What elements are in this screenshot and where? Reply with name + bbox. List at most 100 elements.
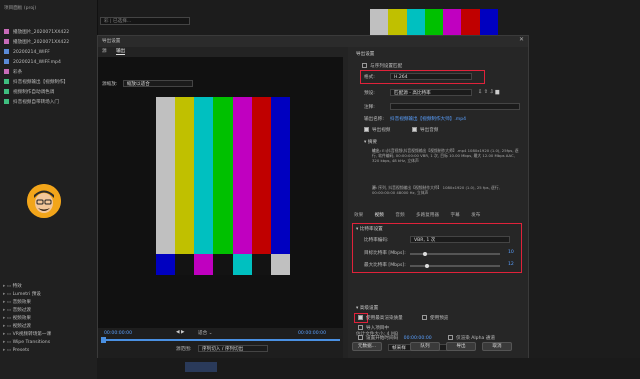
folder-item[interactable]: ▸ ▭ Presets [3,347,95,355]
label-color-swatch [4,89,9,94]
import-project-box[interactable] [358,325,363,330]
tab-source[interactable]: 源 [102,49,107,54]
folder-item[interactable]: ▸ ▭ 音频效果 [3,299,95,307]
project-item[interactable]: 20200214_WIFF [0,48,97,58]
tab-video[interactable]: 视频 [375,213,384,218]
preview-area: 源缩放: 缩放以适合 [98,57,343,328]
comments-input[interactable] [390,103,520,110]
folder-icon: ▸ ▭ [3,284,13,289]
preset-select[interactable]: 匹配源 - 高比特率 [390,89,472,96]
timecode-end: 00:00:00:00 [298,331,327,336]
timeline-scrubber[interactable] [104,339,340,341]
output-name-label: 输出名称: [364,117,384,122]
export-button[interactable]: 导出 [446,342,476,351]
advanced-header: ▾ 高级设置 [356,306,379,311]
label-color-swatch [4,39,9,44]
folder-item[interactable]: ▸ ▭ Wipe Transitions [3,339,95,347]
output-name-link[interactable]: 抖音视频输出【视频制作大师】.mp4 [390,116,466,122]
chevron-down-icon: ⌄ [208,331,213,336]
export-audio-checkbox[interactable]: 导出音频 [412,127,438,133]
bitrate-header: ▾ 比特率设置 [356,227,383,232]
color-bar [175,254,195,275]
folder-item[interactable]: ▸ ▭ 视频效果 [3,315,95,323]
export-video-box[interactable] [364,127,369,132]
settings-tabs: 效果 视频 音频 多路复用器 字幕 发布 [354,212,490,218]
folder-label: Wipe Transitions [12,340,51,345]
summary-output: 输出: E:\抖音视频\抖音视频输出【视频制作大师】.mp4 1080x1920… [372,148,522,163]
metadata-button[interactable]: 元数据... [352,342,382,351]
color-bar [156,97,176,254]
queue-button[interactable]: 队列 [410,342,440,351]
close-icon[interactable]: ✕ [519,36,524,43]
playhead[interactable] [101,337,106,343]
project-item[interactable]: 彩条 [0,68,97,78]
project-item-label: 播放图片_2020071XX422 [13,30,70,35]
timecode-start: 00:00:00:00 [104,331,133,336]
estimated-size: 估计文件大小: 4 MB [356,331,398,337]
top-search-field[interactable]: 彩 | 已选择... [100,17,190,25]
color-bars-top [156,97,290,254]
preset-actions-icons[interactable]: ⇩ ⇧ ⇩ ▆ [478,89,499,95]
use-preview-label: 使用预览 [430,316,449,321]
tab-multiplexer[interactable]: 多路复用器 [416,213,439,218]
tab-publish[interactable]: 发布 [471,213,480,218]
color-bar [370,9,389,36]
fit-select[interactable]: 适合 ⌄ [198,330,236,336]
timeline-controls: 00:00:00:00 ◀ ▶ 适合 ⌄ 00:00:00:00 源范围: 序列… [98,328,343,359]
export-video-checkbox[interactable]: 导出视频 [364,127,390,133]
folder-item[interactable]: ▸ ▭ 音频过渡 [3,307,95,315]
project-item[interactable]: 视频制作自动调色调 [0,88,97,98]
cancel-button[interactable]: 取消 [482,342,512,351]
color-bar [388,9,407,36]
folder-item[interactable]: ▸ ▭ 视频过渡 [3,323,95,331]
source-range-select[interactable]: 序列切入 / 序列切出 [198,345,268,352]
tab-output[interactable]: 输出 [116,49,126,55]
prev-frame-icon[interactable]: ◀ ▶ [176,330,185,335]
bottom-tool-icons[interactable] [185,362,217,372]
color-bar [270,254,290,275]
tab-audio[interactable]: 音频 [395,213,404,218]
export-settings-panel: 导出设置 与序列设置匹配 格式: H.264 预设: 匹配源 - 高比特率 ⇩ … [348,47,528,359]
use-preview-box[interactable] [422,315,427,320]
estimated-size-value: 4 MB [386,332,399,337]
max-bitrate-slider[interactable] [410,265,500,267]
dialog-title: 导出设置 [98,36,528,47]
summary-header: ▾ 摘要 [364,140,377,145]
match-sequence-box[interactable] [362,63,367,68]
project-item[interactable]: 播放图片_2020071XX422 [0,28,97,38]
target-bitrate-knob[interactable] [423,252,427,256]
max-render-checkbox[interactable]: 使用最高渲染质量 [358,315,403,321]
effects-folder-list: ▸ ▭ 特效 ▸ ▭ Lumetri 预设 ▸ ▭ 音频效果 ▸ ▭ 音频过渡 ▸ ▭ … [3,283,95,355]
folder-item[interactable]: ▸ ▭ VR视频转场第一课 [3,331,95,339]
folder-item[interactable]: ▸ ▭ Lumetri 预设 [3,291,95,299]
project-item[interactable]: 抖音视频输出【视频制作】 [0,78,97,88]
estimated-size-label: 估计文件大小: [356,332,386,337]
bitrate-encoding-select[interactable]: VBR, 1 次 [410,236,510,243]
folder-item[interactable]: ▸ ▭ 特效 [3,283,95,291]
folder-label: 音频效果 [12,300,31,305]
summary-output-text: E:\抖音视频\抖音视频输出【视频制作大师】.mp4 1080x1920 (1.… [372,148,519,163]
use-preview-checkbox[interactable]: 使用预览 [422,315,448,321]
match-sequence-checkbox[interactable]: 与序列设置匹配 [362,63,402,69]
project-item-label: 抖音视频输出【视频制作】 [13,80,69,85]
bitrate-encoding-label: 比特率编码: [364,238,389,243]
folder-label: 视频效果 [12,316,31,321]
color-bar [479,9,498,36]
project-item[interactable]: 抖音视频自带转场入门 [0,98,97,108]
export-audio-box[interactable] [412,127,417,132]
max-render-box[interactable] [358,315,363,320]
target-bitrate-value[interactable]: 10 [508,250,514,255]
project-item[interactable]: 播放图片_2020071XX422 [0,38,97,48]
tab-captions[interactable]: 字幕 [450,213,459,218]
tab-effects[interactable]: 效果 [354,213,363,218]
color-bar [213,254,233,275]
max-bitrate-value[interactable]: 12 [508,262,514,267]
source-scaling-select[interactable]: 缩放以适合 [122,80,193,87]
source-scaling-row: 源缩放: 缩放以适合 [102,80,193,89]
summary-source-text: 序列, 抖音视频输出【视频制作大师】 1080x1920 (1.0), 25 f… [372,185,500,195]
project-item[interactable]: 20200214_WIFF.mp4 [0,58,97,68]
folder-icon: ▸ ▭ [3,308,13,313]
format-select[interactable]: H.264 [390,73,472,80]
target-bitrate-label: 目标比特率 [Mbps]: [364,251,406,256]
max-bitrate-knob[interactable] [425,264,429,268]
